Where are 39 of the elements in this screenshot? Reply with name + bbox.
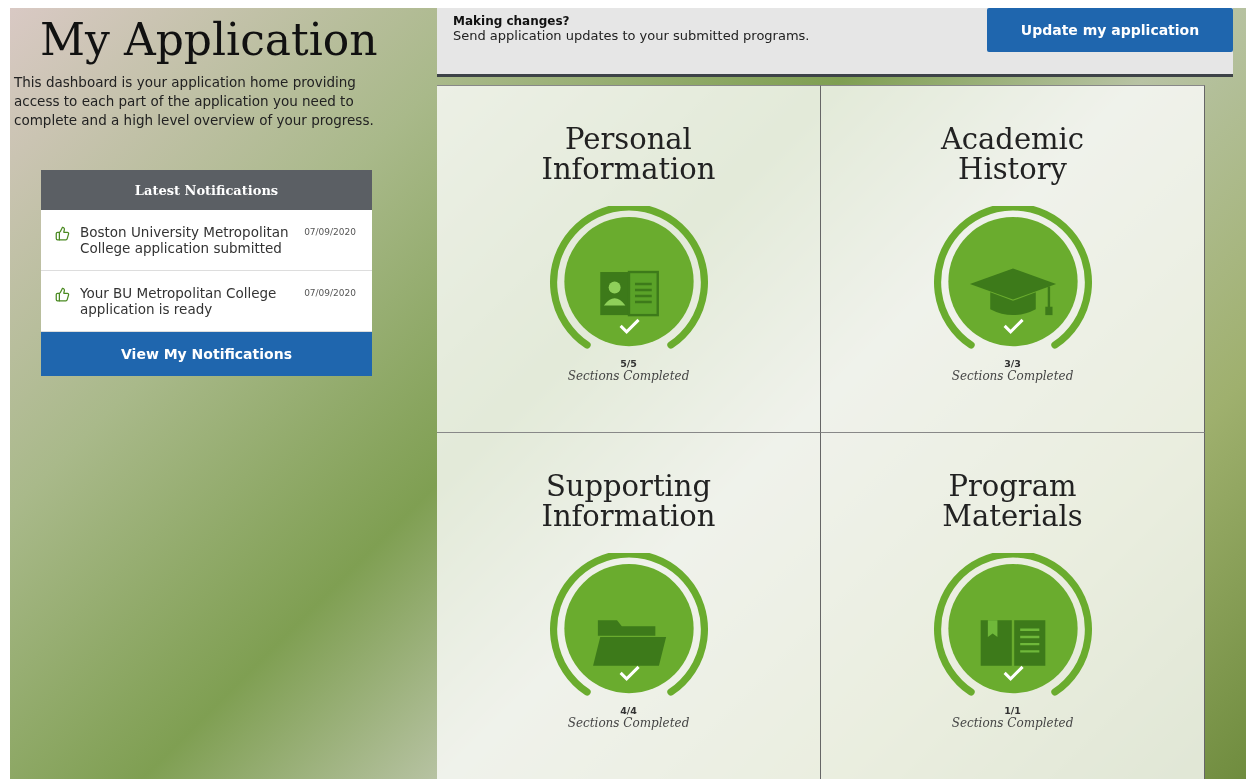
section-title: Program Materials <box>941 471 1084 531</box>
folder-icon <box>592 620 666 666</box>
notification-item[interactable]: Boston University Metropolitan College application submitted 07/09/2020 <box>41 210 372 271</box>
update-heading: Making changes? <box>453 14 571 28</box>
section-title: Supporting Information <box>540 471 717 531</box>
view-notifications-button[interactable]: View My Notifications <box>41 332 372 376</box>
notification-item[interactable]: Your BU Metropolitan College application is ready 07/09/2020 <box>41 271 372 332</box>
notification-text: Your BU Metropolitan College application is ready <box>80 285 278 317</box>
section-tile[interactable]: Personal Information 5/5 Sections Completed <box>437 85 821 432</box>
thumbs-up-icon <box>55 226 70 241</box>
page-title: My Application <box>40 14 379 65</box>
notifications-header: Latest Notifications <box>41 170 372 210</box>
sections-caption: Sections Completed <box>567 716 690 730</box>
notification-date: 07/09/2020 <box>304 227 356 237</box>
notification-date: 07/09/2020 <box>304 288 356 298</box>
sections-caption: Sections Completed <box>951 716 1074 730</box>
notification-text: Boston University Metropolitan College application submitted <box>80 224 290 256</box>
section-tile[interactable]: Supporting Information 4/4 Sections Completed <box>437 432 821 779</box>
checkmark-icon <box>619 665 640 681</box>
intro-text: This dashboard is your application home providing access to each part of the application you need to complete and a high level overview of your progress. <box>14 73 375 130</box>
checkmark-icon <box>619 318 640 334</box>
open-book-icon <box>980 620 1045 666</box>
section-title: Personal Information <box>540 124 717 184</box>
update-text: Send application updates to your submitted programs. <box>453 28 810 43</box>
id-card-icon <box>599 270 659 317</box>
graduation-cap-icon <box>969 268 1056 316</box>
checkmark-icon <box>1003 318 1024 334</box>
update-application-button[interactable]: Update my application <box>987 8 1233 52</box>
section-tile[interactable]: Academic History 3/3 Sections Completed <box>821 85 1205 432</box>
sections-count: 5/5 <box>620 358 637 369</box>
sections-count: 4/4 <box>620 705 637 716</box>
sections-caption: Sections Completed <box>567 369 690 383</box>
thumbs-up-icon <box>55 287 70 302</box>
checkmark-icon <box>1003 665 1024 681</box>
section-tile[interactable]: Program Materials 1/1 Sections Completed <box>821 432 1205 779</box>
section-title: Academic History <box>939 124 1086 184</box>
sections-count: 3/3 <box>1004 358 1021 369</box>
sections-caption: Sections Completed <box>951 369 1074 383</box>
sections-count: 1/1 <box>1004 705 1021 716</box>
